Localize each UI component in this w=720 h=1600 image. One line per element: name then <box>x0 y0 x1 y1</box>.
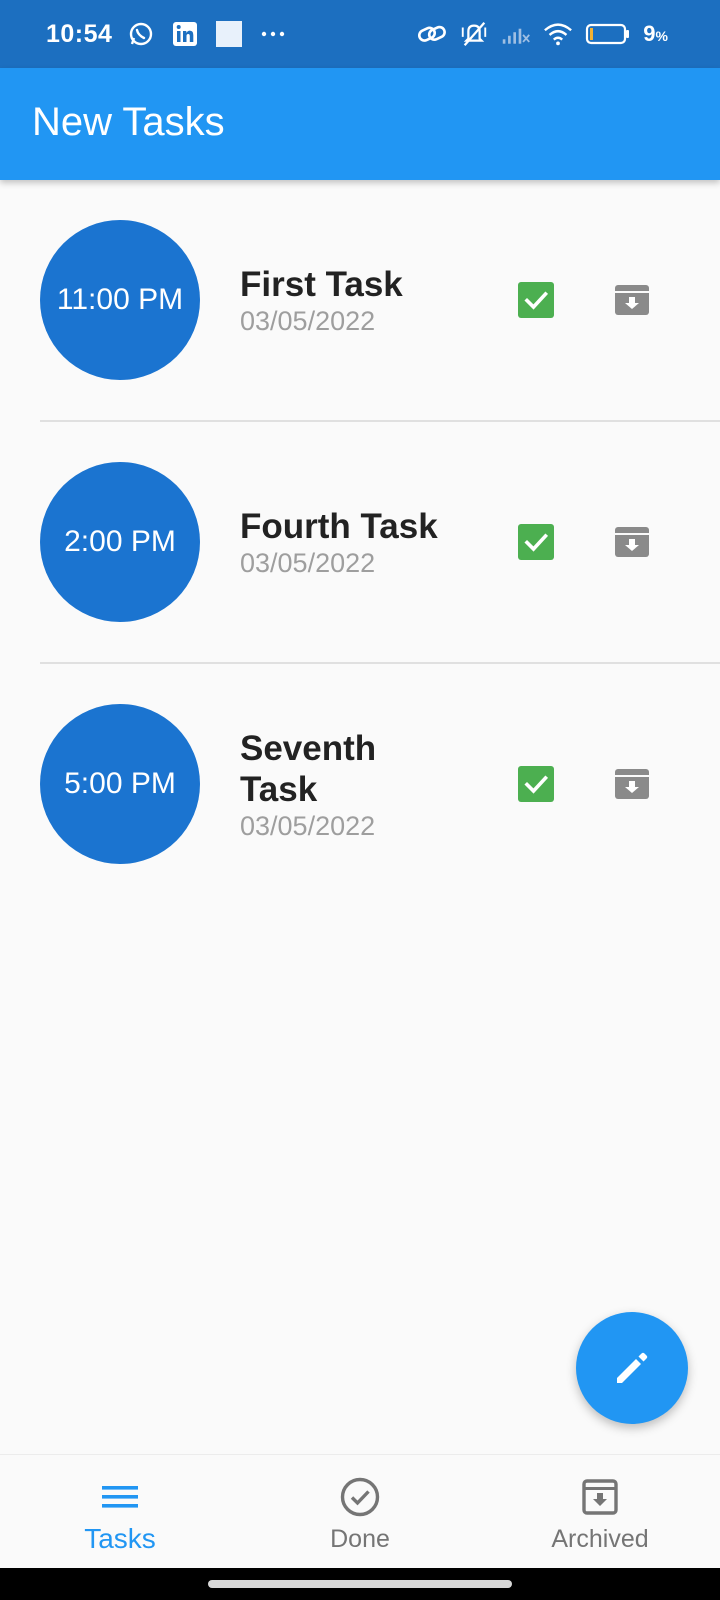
task-row: 11:00 PM First Task 03/05/2022 <box>0 180 720 422</box>
page-title: New Tasks <box>32 100 225 144</box>
archive-icon <box>578 1475 622 1519</box>
more-dots-icon <box>258 19 288 49</box>
nav-item-archived[interactable]: Archived <box>480 1455 720 1568</box>
task-title: Fourth Task <box>240 507 438 546</box>
task-row: 2:00 PM Fourth Task 03/05/2022 <box>0 422 720 664</box>
menu-icon <box>98 1475 142 1519</box>
task-info: Seventh Task 03/05/2022 <box>240 664 420 906</box>
battery-icon <box>585 19 631 49</box>
edit-icon <box>617 1352 648 1383</box>
archive-button[interactable] <box>614 766 650 802</box>
task-time-circle: 11:00 PM <box>40 220 200 380</box>
mark-done-button[interactable] <box>518 282 554 318</box>
system-navigation-bar <box>0 1568 720 1600</box>
task-title: Seventh Task <box>240 728 377 809</box>
home-indicator[interactable] <box>208 1580 512 1588</box>
link-icon <box>417 19 447 49</box>
nav-label-archived: Archived <box>551 1525 649 1553</box>
nav-item-tasks[interactable]: Tasks <box>0 1455 240 1568</box>
task-info: First Task 03/05/2022 <box>240 180 480 422</box>
archive-button[interactable] <box>614 524 650 560</box>
wifi-icon <box>543 19 573 49</box>
task-info: Fourth Task 03/05/2022 <box>240 422 480 664</box>
task-row: 5:00 PM Seventh Task 03/05/2022 <box>0 664 720 906</box>
linkedin-icon <box>170 19 200 49</box>
battery-unit: % <box>655 28 668 44</box>
whatsapp-icon <box>126 19 156 49</box>
nav-item-done[interactable]: Done <box>240 1455 480 1568</box>
task-time-circle: 5:00 PM <box>40 704 200 864</box>
status-left-group: 10:54 <box>46 0 288 68</box>
add-task-fab[interactable] <box>576 1312 688 1424</box>
status-time: 10:54 <box>46 19 113 48</box>
mark-done-button[interactable] <box>518 766 554 802</box>
task-title: First Task <box>240 265 403 304</box>
bottom-navigation: Tasks Done Archived <box>0 1454 720 1568</box>
status-right-group: 9% <box>417 0 668 68</box>
task-date: 03/05/2022 <box>240 810 376 841</box>
cellular-signal-icon <box>501 19 531 49</box>
app-bar: New Tasks <box>0 68 720 180</box>
check-box-icon <box>524 291 549 310</box>
archive-icon <box>615 769 649 799</box>
nav-label-done: Done <box>330 1525 390 1553</box>
check-circle-icon <box>338 1475 382 1519</box>
battery-percent: 9% <box>643 21 668 46</box>
archive-icon <box>615 285 649 315</box>
task-date: 03/05/2022 <box>240 306 376 336</box>
archive-icon <box>615 527 649 557</box>
archive-button[interactable] <box>614 282 650 318</box>
mark-done-button[interactable] <box>518 524 554 560</box>
status-bar: 10:54 9% <box>0 0 720 68</box>
check-box-icon <box>524 775 549 794</box>
square-notification-icon <box>214 19 244 49</box>
task-date: 03/05/2022 <box>240 548 376 578</box>
vibrate-off-icon <box>459 19 489 49</box>
task-time-circle: 2:00 PM <box>40 462 200 622</box>
check-box-icon <box>524 533 549 552</box>
nav-label-tasks: Tasks <box>84 1523 156 1554</box>
